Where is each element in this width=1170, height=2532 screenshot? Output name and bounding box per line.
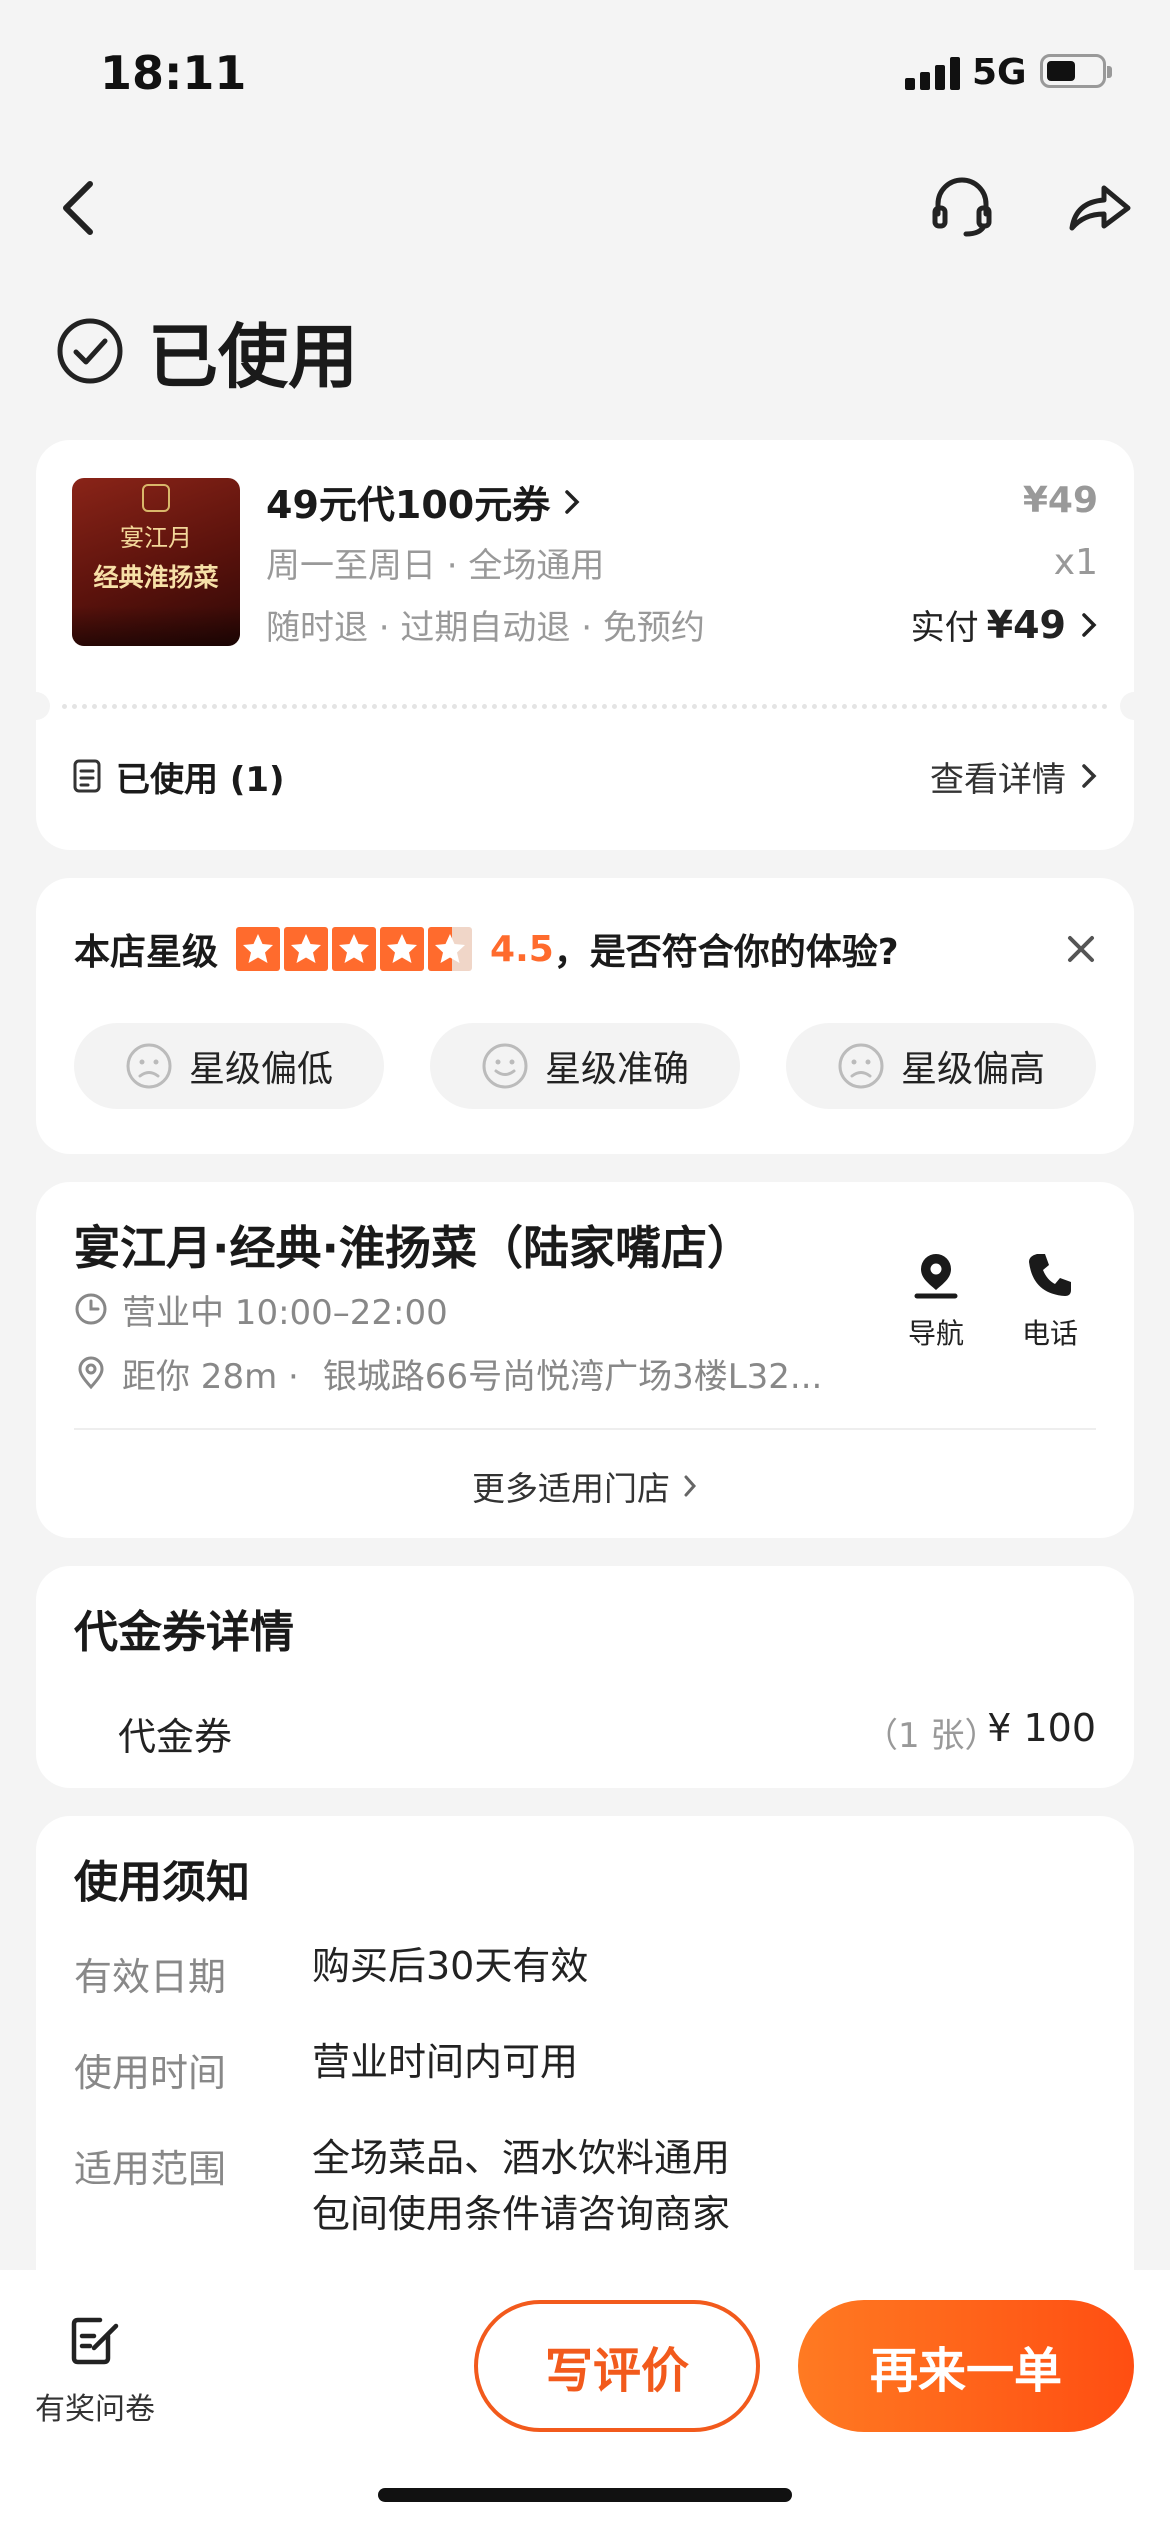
notice-label: 使用时间: [74, 2051, 227, 2095]
network-type: 5G: [972, 52, 1027, 93]
voucher-item-count: （1 张）: [864, 1716, 999, 1756]
smile-face-icon: [482, 1043, 528, 1089]
rating-accurate-button[interactable]: 星级准确: [430, 1023, 740, 1109]
order-card: 宴江月 经典淮扬菜 49元代100元券 周一至周日 · 全场通用 随时退 · 过…: [22, 440, 1148, 850]
navigate-button[interactable]: 导航: [896, 1250, 976, 1352]
half-star-icon: [428, 927, 473, 971]
clock: 18:11: [100, 46, 247, 100]
product-name-link[interactable]: 49元代100元券: [266, 474, 582, 529]
restaurant-emblem-icon: [142, 484, 170, 512]
customer-service-icon[interactable]: [930, 174, 994, 238]
address-text: 银城路66号尚悦湾广场3楼L32...: [322, 1356, 823, 1397]
paid-amount: ¥49: [986, 602, 1066, 647]
used-coupons-row[interactable]: 已使用 (1) 查看详情: [72, 746, 1098, 806]
edit-form-icon: [71, 2317, 119, 2365]
star-rating: [236, 927, 476, 971]
product-thumbnail[interactable]: 宴江月 经典淮扬菜: [72, 478, 240, 646]
rating-low-label: 星级偏低: [188, 1049, 333, 1090]
rating-card: 本店星级 4.5 ，是否符合你的体验? 星级偏低 星级准确 星级偏高: [36, 878, 1134, 1154]
order-status-title: 已使用: [56, 306, 358, 398]
rating-accurate-label: 星级准确: [544, 1049, 689, 1090]
perforation-divider: [22, 692, 1148, 720]
notice-label: 有效日期: [74, 1955, 227, 1999]
document-icon: [73, 759, 101, 793]
unit-price: ¥49: [1022, 480, 1098, 521]
view-details-link[interactable]: 查看详情: [930, 752, 1098, 801]
location-pin-icon: [78, 1356, 104, 1390]
survey-button[interactable]: 有奖问卷: [30, 2314, 160, 2428]
shop-hours: 营业中 10:00–22:00: [74, 1286, 448, 1333]
status-label: 已使用: [148, 315, 358, 398]
notice-value: 营业时间内可用: [312, 2040, 579, 2084]
check-circle-icon: [57, 318, 123, 384]
refund-terms: 随时退 · 过期自动退 · 免预约: [266, 608, 705, 648]
rating-score: 4.5: [490, 928, 554, 970]
chevron-right-icon: [565, 489, 580, 514]
reorder-button[interactable]: 再来一单: [798, 2300, 1134, 2432]
voucher-detail-card: 代金券详情 代金券 （1 张） ¥ 100: [36, 1566, 1134, 1788]
divider: [74, 1428, 1096, 1430]
survey-label: 有奖问卷: [35, 2392, 155, 2427]
product-name: 49元代100元券: [266, 483, 551, 527]
notice-value: 购买后30天有效: [312, 1944, 589, 1988]
frown-face-icon: [838, 1043, 884, 1089]
thumbnail-title: 宴江月: [120, 524, 192, 552]
phone-label: 电话: [1021, 1317, 1078, 1350]
used-count: 已使用 (1): [116, 759, 285, 800]
view-details-label: 查看详情: [930, 759, 1066, 800]
rating-low-button[interactable]: 星级偏低: [74, 1023, 384, 1109]
hours-text: 营业中 10:00–22:00: [122, 1292, 448, 1333]
quantity: x1: [1053, 542, 1098, 583]
chevron-right-icon: [684, 1475, 697, 1497]
status-bar: 18:11 5G: [0, 0, 1170, 150]
voucher-item-price: ¥ 100: [987, 1706, 1096, 1750]
chevron-right-icon: [1082, 764, 1097, 788]
voucher-item-name: 代金券: [118, 1715, 233, 1759]
notice-value: 全场菜品、酒水饮料通用: [312, 2136, 731, 2180]
write-review-button[interactable]: 写评价: [474, 2300, 760, 2432]
shop-card: 宴江月·经典·淮扬菜（陆家嘴店） 营业中 10:00–22:00 距你 28m …: [36, 1182, 1134, 1538]
valid-days: 周一至周日 · 全场通用: [266, 546, 605, 586]
chevron-right-icon: [1082, 612, 1097, 637]
notice-value: 包间使用条件请咨询商家: [312, 2192, 731, 2236]
share-icon[interactable]: [1066, 176, 1132, 236]
rating-high-button[interactable]: 星级偏高: [786, 1023, 1096, 1109]
battery-icon: [1040, 54, 1112, 88]
rating-question: 本店星级 4.5 ，是否符合你的体验?: [74, 924, 899, 974]
star-icon: [332, 927, 377, 971]
shop-address[interactable]: 距你 28m · 银城路66号尚悦湾广场3楼L32...: [74, 1350, 823, 1397]
navigation-icon: [914, 1254, 958, 1299]
star-icon: [236, 927, 281, 971]
rating-question-text: ，是否符合你的体验?: [553, 932, 899, 973]
usage-notice-title: 使用须知: [74, 1857, 250, 1908]
home-indicator[interactable]: [378, 2488, 792, 2502]
rating-prefix: 本店星级: [74, 932, 219, 973]
clock-icon: [75, 1293, 107, 1325]
thumbnail-subtitle: 经典淮扬菜: [93, 563, 219, 592]
paid-label: 实付: [910, 608, 979, 648]
more-stores-link[interactable]: 更多适用门店: [36, 1456, 1134, 1516]
back-arrow-icon[interactable]: [50, 178, 110, 238]
voucher-detail-title: 代金券详情: [74, 1607, 294, 1658]
distance-text: 距你 28m ·: [122, 1356, 299, 1397]
more-stores-label: 更多适用门店: [472, 1469, 670, 1508]
shop-name[interactable]: 宴江月·经典·淮扬菜（陆家嘴店）: [74, 1212, 753, 1278]
star-icon: [380, 927, 425, 971]
signal-icon: [905, 56, 961, 90]
frown-face-icon: [126, 1043, 172, 1089]
rating-high-label: 星级偏高: [900, 1049, 1045, 1090]
notice-label: 适用范围: [74, 2147, 227, 2191]
phone-icon: [1029, 1254, 1071, 1296]
paid-amount-link[interactable]: 实付 ¥49: [911, 600, 1098, 649]
star-icon: [284, 927, 329, 971]
close-icon[interactable]: [1066, 934, 1096, 964]
phone-button[interactable]: 电话: [1010, 1250, 1090, 1352]
navigate-label: 导航: [907, 1317, 964, 1350]
